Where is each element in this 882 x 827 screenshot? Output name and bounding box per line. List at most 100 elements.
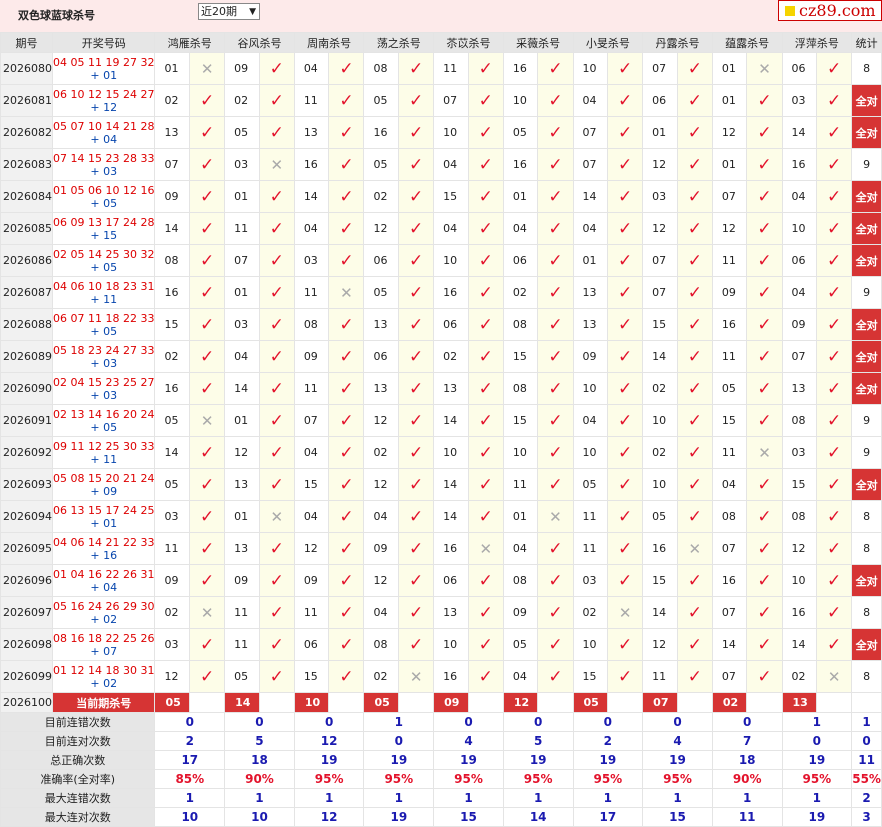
check-icon: ✓ (676, 340, 713, 373)
check-icon: ✓ (607, 628, 644, 661)
check-icon: ✓ (676, 308, 713, 341)
draw-numbers: 04 06 14 21 22 33 + 16 (51, 532, 156, 565)
check-icon: ✓ (537, 276, 574, 309)
issue-number: 2026088 (0, 308, 53, 341)
kill-number: 12 (642, 148, 678, 181)
red-balls: 05 16 24 26 29 30 (53, 599, 155, 613)
kill-number: 14 (433, 404, 469, 437)
kill-number: 02 (363, 660, 400, 693)
kill-number: 16 (642, 532, 678, 565)
check-icon: ✓ (607, 500, 644, 533)
check-icon: ✓ (746, 596, 783, 629)
current-kill-number: 05 (572, 692, 609, 713)
check-icon: ✓ (467, 500, 504, 533)
check-icon: ✓ (746, 276, 783, 309)
blank-cell (258, 692, 295, 713)
red-balls: 04 06 10 18 23 31 (53, 279, 155, 293)
kill-number: 12 (224, 436, 260, 469)
check-icon: ✓ (328, 660, 365, 693)
kill-number: 15 (293, 468, 330, 501)
kill-number: 14 (711, 628, 748, 661)
current-kill-number: 02 (711, 692, 748, 713)
red-balls: 02 05 14 25 30 32 (53, 247, 155, 261)
summary-value: 7 (711, 731, 783, 751)
kill-number: 14 (224, 372, 260, 405)
summary-value: 1 (293, 788, 365, 808)
check-icon: ✓ (676, 180, 713, 213)
kill-number: 07 (293, 404, 330, 437)
summary-row: 最大连错次数 1 1 1 1 1 1 1 1 1 1 2 (0, 788, 882, 808)
column-header: 期号 (0, 32, 53, 53)
check-icon: ✓ (467, 404, 504, 437)
check-icon: ✓ (746, 532, 783, 565)
kill-number: 09 (572, 340, 609, 373)
table-row: 2026089 05 18 23 24 27 33 + 03 02 ✓ 04 ✓ 09 ✓ 06 ✓… (0, 340, 882, 373)
cross-icon: ✕ (816, 660, 853, 693)
issue-number: 2026082 (0, 116, 53, 149)
check-icon: ✓ (328, 148, 365, 181)
kill-number: 08 (293, 308, 330, 341)
current-issue-number: 2026100 (0, 692, 53, 713)
check-icon: ✓ (398, 468, 435, 501)
blank-cell (467, 692, 504, 713)
kill-number: 15 (154, 308, 191, 341)
check-icon: ✓ (258, 180, 295, 213)
kill-number: 06 (781, 52, 818, 85)
summary-value: 0 (502, 712, 574, 732)
kill-number: 07 (572, 148, 609, 181)
check-icon: ✓ (676, 52, 713, 85)
kill-number: 16 (293, 148, 330, 181)
stat-cell: 8 (851, 596, 882, 629)
kill-number: 04 (502, 660, 539, 693)
check-icon: ✓ (676, 436, 713, 469)
summary-value: 2 (572, 731, 644, 751)
blue-ball: + 11 (90, 452, 118, 466)
kill-number: 09 (224, 564, 260, 597)
blank-cell (537, 692, 574, 713)
draw-numbers: 04 05 11 19 27 32 + 01 (51, 52, 156, 85)
kill-number: 02 (642, 372, 678, 405)
kill-number: 12 (642, 628, 678, 661)
site-logo[interactable]: cz89.com (778, 0, 882, 21)
kill-number: 16 (711, 308, 748, 341)
red-balls: 04 06 14 21 22 33 (53, 535, 155, 549)
summary-value: 19 (433, 750, 504, 770)
check-icon: ✓ (398, 308, 435, 341)
red-balls: 08 16 18 22 25 26 (53, 631, 155, 645)
kill-number: 15 (642, 564, 678, 597)
period-select[interactable]: 近20期 ▼ (198, 3, 260, 20)
check-icon: ✓ (816, 276, 853, 309)
check-icon: ✓ (467, 564, 504, 597)
cross-icon: ✕ (746, 52, 783, 85)
summary-value: 1 (851, 712, 882, 732)
check-icon: ✓ (537, 84, 574, 117)
blue-ball: + 04 (90, 132, 118, 146)
summary-value: 19 (572, 750, 644, 770)
kill-number: 05 (502, 628, 539, 661)
red-balls: 06 13 15 17 24 25 (53, 503, 155, 517)
stat-cell: 全对 (851, 372, 882, 405)
kill-number: 07 (711, 180, 748, 213)
current-kill-number: 10 (293, 692, 330, 713)
kill-number: 13 (154, 116, 191, 149)
check-icon: ✓ (676, 116, 713, 149)
issue-number: 2026081 (0, 84, 53, 117)
kill-number: 12 (363, 404, 400, 437)
cross-icon: ✕ (258, 500, 295, 533)
kill-number: 12 (711, 116, 748, 149)
check-icon: ✓ (398, 628, 435, 661)
kill-number: 10 (572, 52, 609, 85)
blue-ball: + 05 (90, 196, 118, 210)
stat-cell: 9 (851, 148, 882, 181)
kill-number: 07 (711, 596, 748, 629)
check-icon: ✓ (328, 500, 365, 533)
kill-number: 05 (224, 660, 260, 693)
check-icon: ✓ (676, 84, 713, 117)
check-icon: ✓ (816, 244, 853, 277)
kill-number: 11 (224, 596, 260, 629)
check-icon: ✓ (676, 596, 713, 629)
kill-number: 08 (711, 500, 748, 533)
check-icon: ✓ (189, 436, 226, 469)
kill-number: 09 (711, 276, 748, 309)
logo-square-icon (785, 6, 795, 16)
